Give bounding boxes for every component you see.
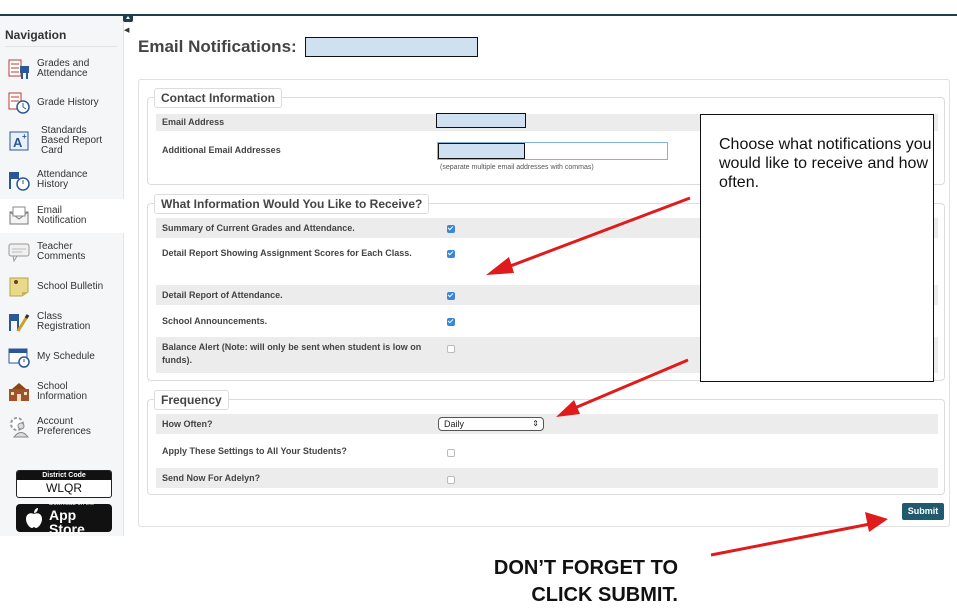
sidebar-item-my-schedule[interactable]: My Schedule xyxy=(0,340,124,374)
additional-email-hint: (separate multiple email addresses with … xyxy=(440,164,594,171)
sidebar-item-label: School Bulletin xyxy=(37,281,104,292)
submit-reminder-note: DON’T FORGET TO CLICK SUBMIT. xyxy=(493,557,678,606)
submit-button[interactable]: Submit xyxy=(902,503,944,520)
section-legend: Frequency xyxy=(154,390,229,410)
navigation-title: Navigation xyxy=(5,28,67,42)
district-code-badge: District Code WLQR xyxy=(16,470,112,498)
sidebar-item-teacher-comments[interactable]: Teacher Comments xyxy=(0,235,124,269)
standards-report-card-icon: A + xyxy=(8,130,30,152)
balance-alert-checkbox[interactable] xyxy=(447,345,455,353)
sidebar-item-attendance-history[interactable]: Attendance History xyxy=(0,163,124,197)
sidebar-item-email-notification[interactable]: Email Notification xyxy=(0,199,124,233)
sidebar-item-class-registration[interactable]: Class Registration xyxy=(0,305,124,339)
option-label: Detail Report Showing Assignment Scores … xyxy=(162,248,412,258)
select-arrows-icon: ⇕ xyxy=(532,419,539,428)
section-legend: Contact Information xyxy=(154,88,282,108)
field-label: Apply These Settings to All Your Student… xyxy=(162,446,347,456)
account-preferences-icon xyxy=(8,416,30,438)
grades-attendance-icon xyxy=(8,58,30,80)
apply-all-row: Apply These Settings to All Your Student… xyxy=(156,441,938,461)
svg-text:+: + xyxy=(22,132,27,141)
navigation-sidebar: Navigation Grades and Attendance Grade Hi… xyxy=(0,16,124,536)
field-label: How Often? xyxy=(162,419,213,429)
sidebar-item-label: Grade History xyxy=(37,97,99,108)
grade-history-icon xyxy=(8,92,30,114)
attendance-history-icon xyxy=(8,169,30,191)
app-store-title: App Store xyxy=(49,506,85,537)
top-header-line xyxy=(0,14,957,16)
redacted-student-name xyxy=(305,37,478,57)
sidebar-item-grades-attendance[interactable]: Grades and Attendance xyxy=(0,52,124,86)
frequency-section: Frequency How Often? Apply These Setting… xyxy=(147,390,945,495)
attendance-report-checkbox[interactable] xyxy=(447,292,455,300)
my-schedule-icon xyxy=(8,346,30,368)
sidebar-item-standards-report-card[interactable]: A + Standards Based Report Card xyxy=(0,124,124,158)
section-legend: What Information Would You Like to Recei… xyxy=(154,194,430,214)
school-information-icon xyxy=(8,381,30,403)
send-now-row: Send Now For Adelyn? xyxy=(156,468,938,488)
send-now-checkbox[interactable] xyxy=(447,476,455,484)
scroll-top-button[interactable] xyxy=(123,14,133,22)
school-bulletin-icon xyxy=(8,276,30,298)
page-title: Email Notifications: xyxy=(138,37,297,56)
option-label: Balance Alert (Note: will only be sent w… xyxy=(162,342,422,365)
option-label: School Announcements. xyxy=(162,316,268,326)
field-label: Additional Email Addresses xyxy=(162,145,281,155)
additional-email-input[interactable] xyxy=(437,142,668,160)
field-label: Send Now For Adelyn? xyxy=(162,473,261,483)
instruction-callout: Choose what notifications you would like… xyxy=(700,114,934,382)
how-often-select[interactable]: Daily ⇕ xyxy=(438,417,544,431)
class-registration-icon xyxy=(8,311,30,333)
teacher-comments-icon xyxy=(8,241,30,263)
app-store-badge[interactable]: Download on the App Store xyxy=(16,501,112,536)
redacted-input-value xyxy=(438,143,525,159)
sidebar-item-grade-history[interactable]: Grade History xyxy=(0,86,124,120)
email-notification-icon xyxy=(8,205,30,227)
divider xyxy=(5,46,117,47)
field-label: Email Address xyxy=(162,117,225,127)
collapse-sidebar-icon[interactable]: ◀ xyxy=(124,26,129,34)
option-label: Summary of Current Grades and Attendance… xyxy=(162,223,355,233)
apply-all-students-checkbox[interactable] xyxy=(447,449,455,457)
sidebar-item-school-bulletin[interactable]: School Bulletin xyxy=(0,270,124,304)
sidebar-item-label: My Schedule xyxy=(37,351,95,362)
apple-logo-icon xyxy=(23,507,45,529)
sidebar-item-school-information[interactable]: School Information xyxy=(0,375,124,409)
district-code-label: District Code xyxy=(17,471,111,480)
how-often-row: How Often? xyxy=(156,414,938,434)
school-announcements-checkbox[interactable] xyxy=(447,318,455,326)
email-address-value xyxy=(436,113,526,128)
assignment-scores-checkbox[interactable] xyxy=(447,250,455,258)
summary-grades-checkbox[interactable] xyxy=(447,225,455,233)
option-label: Detail Report of Attendance. xyxy=(162,290,283,300)
district-code-value: WLQR xyxy=(46,481,82,495)
sidebar-item-account-preferences[interactable]: Account Preferences xyxy=(0,410,124,444)
selected-option: Daily xyxy=(444,419,465,429)
